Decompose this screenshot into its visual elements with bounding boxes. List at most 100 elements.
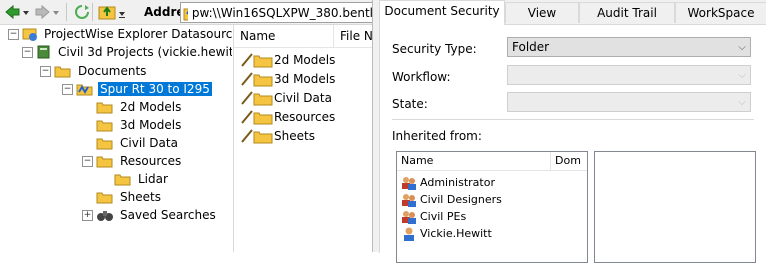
collapse-toggle[interactable]: − — [62, 83, 73, 95]
list-header: Name File N — [234, 25, 373, 48]
list-item[interactable]: 2d Models — [240, 50, 335, 69]
datasources-icon — [22, 28, 37, 41]
project-icon — [183, 8, 188, 20]
folder-tree: − ProjectWise Explorer Datasources − Civ… — [0, 25, 232, 252]
tree-item-civil-3d-projects[interactable]: − Civil 3d Projects (vickie.hewitt@ — [22, 43, 232, 61]
inherited-row-label: Civil PEs — [420, 210, 467, 223]
tree-item-label: Spur Rt 30 to I295 — [98, 82, 212, 96]
address-field[interactable]: pw:\\Win16SQLXPW_380.bentl — [180, 2, 373, 23]
list-item-label: Resources — [274, 109, 336, 124]
folder-icon — [114, 174, 131, 186]
inherited-list-header: Name Dom — [397, 152, 587, 171]
tree-item-3d-models[interactable]: 3d Models — [96, 116, 183, 134]
tree-item-resources[interactable]: − Resources — [82, 152, 183, 170]
tree-item-documents[interactable]: − Documents — [40, 62, 148, 80]
security-type-label: Security Type: — [392, 42, 477, 56]
forward-button[interactable] — [34, 3, 60, 21]
tab-document-security[interactable]: Document Security — [379, 0, 505, 25]
inherited-row-label: Vickie.Hewitt — [420, 227, 492, 240]
inherited-row[interactable]: Civil PEs — [401, 208, 466, 225]
folder-icon — [96, 138, 113, 150]
column-header-domain[interactable]: Dom — [551, 152, 587, 170]
tree-item-datasources[interactable]: − ProjectWise Explorer Datasources — [8, 25, 232, 43]
list-item[interactable]: 3d Models — [240, 69, 335, 88]
tree-item-spur-rt-30[interactable]: − Spur Rt 30 to I295 — [62, 80, 212, 98]
chevron-down-icon: ⌵ — [738, 96, 746, 108]
state-select[interactable]: ⌵ — [507, 92, 751, 112]
folder-icon — [96, 120, 113, 132]
tree-item-label: ProjectWise Explorer Datasources — [44, 27, 232, 41]
tree-item-label: Civil 3d Projects (vickie.hewitt@ — [58, 45, 232, 59]
back-button[interactable] — [4, 3, 30, 21]
folder-icon — [96, 102, 113, 114]
chevron-down-icon: ⌵ — [738, 69, 746, 81]
tree-item-2d-models[interactable]: 2d Models — [96, 98, 183, 116]
security-type-select[interactable]: Folder ⌵ — [507, 37, 751, 57]
column-header-name[interactable]: Name — [397, 152, 551, 170]
chevron-down-icon: ⌵ — [738, 41, 746, 53]
folder-icon — [241, 90, 273, 105]
tree-item-civil-data[interactable]: Civil Data — [96, 134, 180, 152]
permissions-panel — [594, 151, 756, 263]
tab-view[interactable]: View — [505, 2, 579, 23]
folder-icon — [96, 156, 113, 168]
collapse-toggle[interactable]: − — [40, 65, 51, 77]
security-type-value: Folder — [512, 40, 550, 54]
group-icon — [402, 176, 416, 190]
collapse-toggle[interactable]: − — [22, 46, 33, 58]
list-item-label: 2d Models — [274, 52, 336, 67]
tab-strip: Document Security View Audit Trail WorkS… — [373, 0, 766, 25]
inherited-row[interactable]: Vickie.Hewitt — [401, 225, 492, 242]
document-list: Name File N 2d Models 3d Models Civil Da… — [233, 25, 373, 252]
tree-item-label: Lidar — [138, 172, 168, 186]
tree-item-label: 3d Models — [120, 118, 182, 132]
user-icon — [404, 227, 414, 241]
tree-item-saved-searches[interactable]: + Saved Searches — [82, 206, 218, 224]
datasource-icon — [37, 45, 50, 59]
tree-item-label: Documents — [78, 64, 147, 78]
list-item-label: Sheets — [274, 128, 315, 143]
list-item[interactable]: Resources — [240, 107, 335, 126]
inherited-row-label: Administrator — [420, 176, 495, 189]
list-item[interactable]: Sheets — [240, 126, 315, 145]
back-arrow-icon — [5, 4, 29, 20]
tree-item-label: Resources — [120, 154, 182, 168]
folder-icon — [96, 192, 113, 204]
workflow-label: Workflow: — [392, 70, 451, 84]
inherited-row-label: Civil Designers — [420, 193, 502, 206]
list-item[interactable]: Civil Data — [240, 88, 332, 107]
tree-item-label: Civil Data — [120, 136, 178, 150]
project-icon — [76, 84, 93, 96]
inherited-row[interactable]: Civil Designers — [401, 191, 502, 208]
state-label: State: — [392, 97, 428, 111]
address-value: pw:\\Win16SQLXPW_380.bentl — [191, 5, 373, 20]
up-folder-icon — [98, 6, 125, 20]
tab-workspace[interactable]: WorkSpace — [675, 2, 766, 23]
refresh-button[interactable] — [72, 3, 92, 21]
inherited-list[interactable]: Name Dom Administrator Civil Designers C… — [396, 151, 588, 263]
column-header-file-name[interactable]: File N — [334, 25, 373, 47]
folder-icon — [241, 109, 273, 124]
tree-item-label: 2d Models — [120, 100, 182, 114]
folder-icon — [241, 71, 273, 86]
properties-dialog: Document Security View Audit Trail WorkS… — [372, 0, 766, 263]
tree-item-lidar[interactable]: Lidar — [114, 170, 170, 188]
list-item-label: 3d Models — [274, 71, 336, 86]
collapse-toggle[interactable]: − — [8, 28, 19, 40]
group-icon — [402, 193, 416, 207]
inherited-row[interactable]: Administrator — [401, 174, 495, 191]
tree-item-sheets[interactable]: Sheets — [96, 188, 163, 206]
up-folder-button[interactable] — [98, 3, 128, 21]
tab-audit-trail[interactable]: Audit Trail — [579, 2, 675, 23]
list-item-label: Civil Data — [274, 90, 332, 105]
collapse-toggle[interactable]: − — [82, 155, 93, 167]
expand-toggle[interactable]: + — [82, 209, 93, 221]
workflow-select[interactable]: ⌵ — [507, 65, 751, 85]
folder-icon — [54, 66, 71, 78]
column-header-name[interactable]: Name — [234, 25, 334, 47]
tab-panel-document-security: Security Type: Folder ⌵ Workflow: ⌵ Stat… — [379, 24, 766, 263]
folder-icon — [241, 128, 273, 143]
tree-item-label: Saved Searches — [120, 208, 216, 222]
forward-arrow-icon — [35, 4, 59, 20]
toolbar: Address pw:\\Win16SQLXPW_380.bentl — [0, 0, 373, 25]
